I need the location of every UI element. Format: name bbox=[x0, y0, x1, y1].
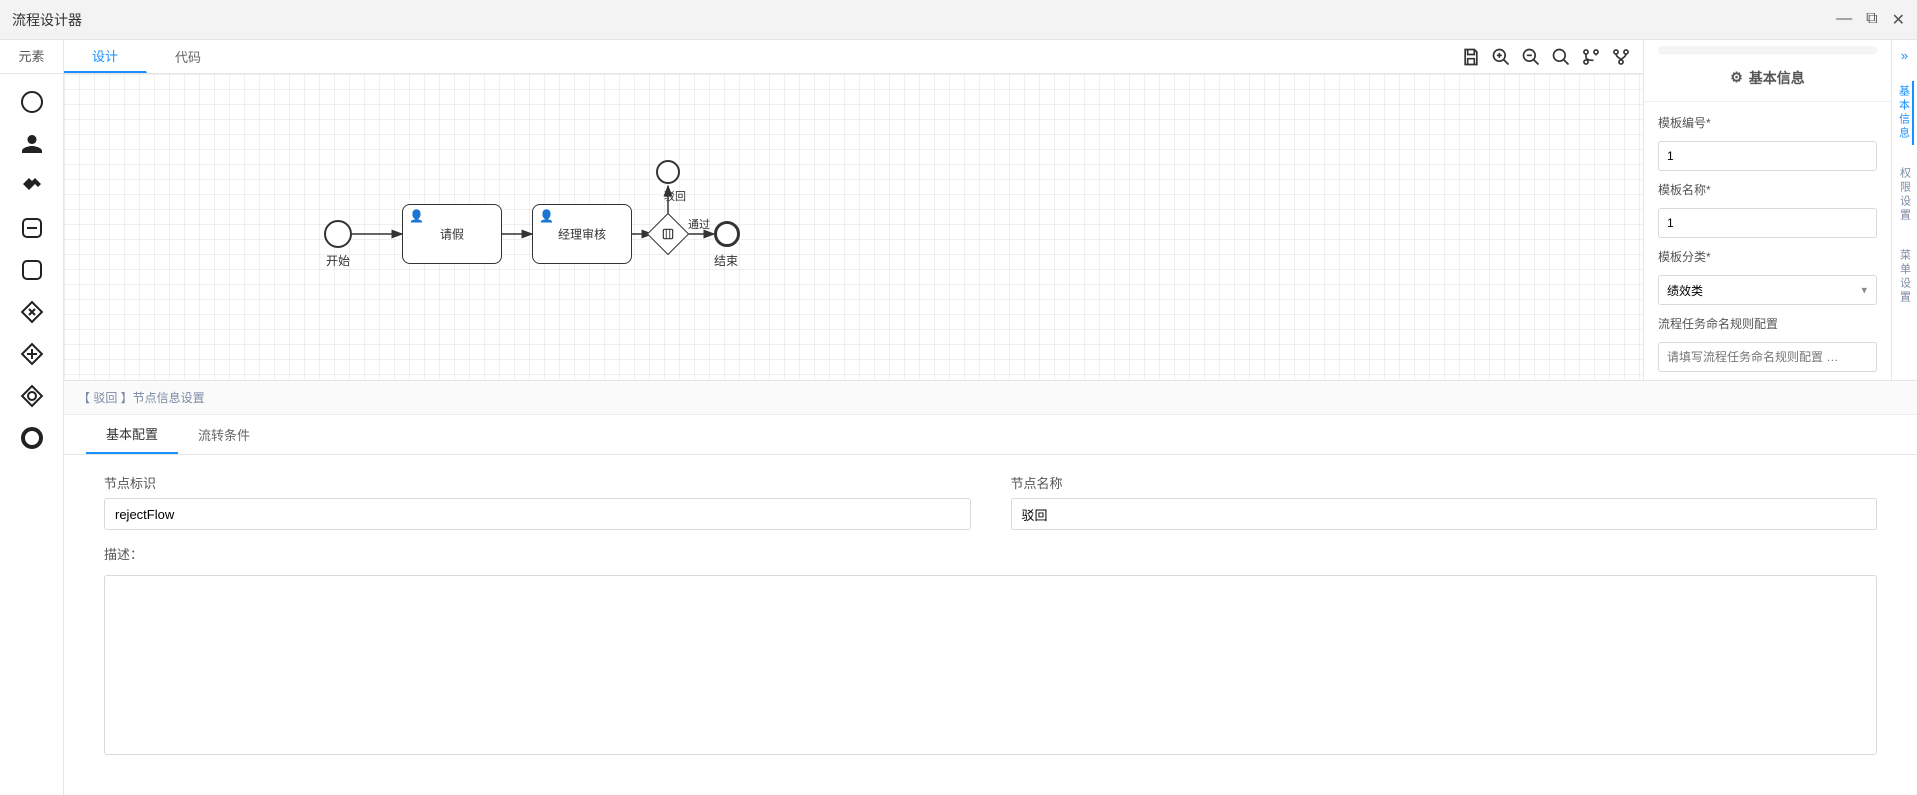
center-tabs: 设计 代码 bbox=[64, 40, 1643, 74]
edge-pass-label: 通过 bbox=[688, 216, 710, 232]
palette-exclusive-gateway-icon[interactable] bbox=[18, 298, 46, 326]
rail-tab-basic-info[interactable]: 基本信息 bbox=[1896, 81, 1914, 145]
node-end-label: 结束 bbox=[714, 252, 738, 269]
node-task-leave[interactable]: 👤 请假 bbox=[402, 204, 502, 264]
label-node-id: 节点标识 bbox=[104, 473, 971, 492]
node-settings-body: 节点标识 节点名称 描述： bbox=[64, 455, 1917, 795]
tab-flow-condition[interactable]: 流转条件 bbox=[178, 415, 270, 454]
branch-icon[interactable] bbox=[1579, 45, 1603, 69]
properties-panel-header: ⚙ 基本信息 bbox=[1644, 54, 1891, 102]
input-template-name[interactable] bbox=[1658, 208, 1877, 238]
node-start-event[interactable] bbox=[324, 220, 352, 248]
user-task-icon: 👤 bbox=[409, 209, 424, 223]
zoom-fit-icon[interactable] bbox=[1549, 45, 1573, 69]
tab-design[interactable]: 设计 bbox=[64, 40, 147, 73]
palette-collapsed-subprocess-icon[interactable] bbox=[18, 214, 46, 242]
rail-expand-icon[interactable]: » bbox=[1901, 48, 1908, 63]
window-minimize-icon[interactable]: — bbox=[1836, 10, 1852, 30]
rail-tab-permission[interactable]: 权限设置 bbox=[1897, 163, 1913, 227]
label-template-category: 模板分类* bbox=[1658, 248, 1877, 265]
gateway-marker-icon bbox=[653, 219, 683, 249]
user-task-icon: 👤 bbox=[539, 209, 554, 223]
palette-list bbox=[0, 74, 63, 795]
gear-icon: ⚙ bbox=[1730, 69, 1743, 86]
properties-panel-title: 基本信息 bbox=[1749, 68, 1805, 88]
canvas-toolbar bbox=[1459, 40, 1637, 74]
palette-inclusive-gateway-icon[interactable] bbox=[18, 382, 46, 410]
palette-header: 元素 bbox=[0, 40, 63, 74]
node-task-manager-review[interactable]: 👤 经理审核 bbox=[532, 204, 632, 264]
window-maximize-icon[interactable]: ⧉ bbox=[1866, 10, 1877, 30]
node-settings-header: 【 驳回 】节点信息设置 bbox=[64, 381, 1917, 415]
node-task-manager-review-label: 经理审核 bbox=[533, 226, 631, 243]
window-controls: — ⧉ ✕ bbox=[1836, 10, 1905, 30]
window-close-icon[interactable]: ✕ bbox=[1892, 10, 1905, 30]
palette-parallel-gateway-icon[interactable] bbox=[18, 340, 46, 368]
edge-reject-label: 驳回 bbox=[664, 188, 686, 204]
window-titlebar: 流程设计器 — ⧉ ✕ bbox=[0, 0, 1917, 40]
input-node-id[interactable] bbox=[104, 498, 971, 530]
palette-panel: 元素 bbox=[0, 40, 64, 795]
node-intermediate-reject[interactable] bbox=[656, 160, 680, 184]
label-node-name: 节点名称 bbox=[1011, 473, 1878, 492]
tab-code[interactable]: 代码 bbox=[147, 40, 230, 73]
palette-user-icon[interactable] bbox=[18, 130, 46, 158]
textarea-node-desc[interactable] bbox=[104, 575, 1877, 755]
label-task-naming: 流程任务命名规则配置 bbox=[1658, 315, 1877, 332]
palette-task-icon[interactable] bbox=[18, 256, 46, 284]
node-settings-tabs: 基本配置 流转条件 bbox=[64, 415, 1917, 455]
palette-end-event-icon[interactable] bbox=[18, 424, 46, 452]
node-gateway[interactable] bbox=[653, 219, 683, 249]
tab-basic-config[interactable]: 基本配置 bbox=[86, 415, 178, 454]
label-node-desc: 描述： bbox=[104, 544, 1877, 563]
node-task-leave-label: 请假 bbox=[403, 226, 501, 243]
zoom-in-icon[interactable] bbox=[1489, 45, 1513, 69]
window-title: 流程设计器 bbox=[12, 10, 82, 30]
zoom-out-icon[interactable] bbox=[1519, 45, 1543, 69]
palette-start-event-icon[interactable] bbox=[18, 88, 46, 116]
save-icon[interactable] bbox=[1459, 45, 1483, 69]
label-template-name: 模板名称* bbox=[1658, 181, 1877, 198]
merge-icon[interactable] bbox=[1609, 45, 1633, 69]
palette-service-icon[interactable] bbox=[18, 172, 46, 200]
node-settings-panel: 【 驳回 】节点信息设置 基本配置 流转条件 节点标识 节点名称 描述： bbox=[64, 380, 1917, 795]
input-template-no[interactable] bbox=[1658, 141, 1877, 171]
input-task-naming[interactable] bbox=[1658, 342, 1877, 372]
node-end-event[interactable] bbox=[714, 221, 740, 247]
label-template-no: 模板编号* bbox=[1658, 114, 1877, 131]
properties-panel-grip[interactable] bbox=[1658, 46, 1877, 54]
input-node-name[interactable] bbox=[1011, 498, 1878, 530]
select-template-category[interactable] bbox=[1658, 275, 1877, 305]
node-start-label: 开始 bbox=[326, 252, 350, 269]
rail-tab-menu[interactable]: 菜单设置 bbox=[1897, 245, 1913, 309]
